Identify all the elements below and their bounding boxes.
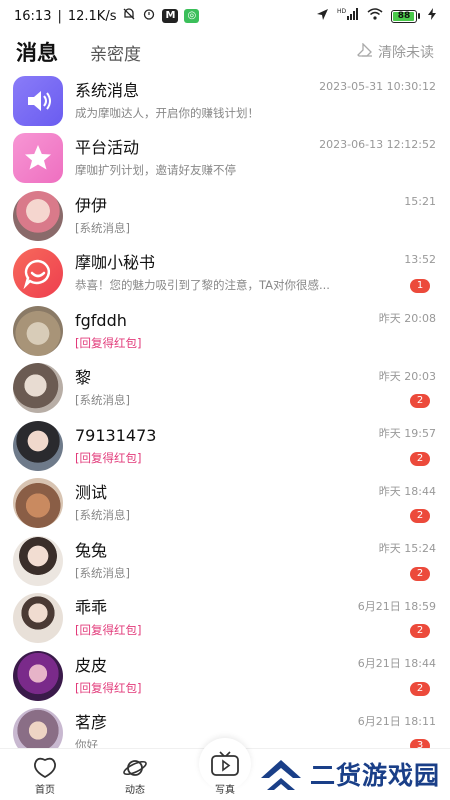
- status-bar: 16:13 | 12.1K/s M ◎ HD 88: [0, 0, 450, 32]
- avatar: [13, 420, 63, 471]
- nav-home[interactable]: 首页: [0, 748, 90, 800]
- nav-photo-label: 写真: [215, 785, 235, 796]
- avatar: [13, 133, 63, 184]
- wechat-icon: ◎: [184, 9, 200, 23]
- avatar: [13, 478, 63, 529]
- clear-unread-button[interactable]: 清除未读: [357, 42, 434, 62]
- message-header: 消息 亲密度 清除未读: [0, 32, 450, 72]
- unread-badge: 2: [410, 624, 430, 638]
- list-item[interactable]: fgfddh [回复得红包] 昨天 20:08: [0, 302, 450, 360]
- list-item[interactable]: 79131473 [回复得红包] 昨天 19:57 2: [0, 417, 450, 475]
- unread-badge: 2: [410, 681, 430, 696]
- chat-smile-icon: [23, 259, 50, 290]
- list-item[interactable]: 摩咖小秘书 恭喜！您的魅力吸引到了黎的注意，TA对你很感... 13:52 1: [0, 245, 450, 303]
- message-preview: [回复得红包]: [75, 680, 142, 695]
- message-name: 摩咖小秘书: [75, 253, 156, 273]
- star-icon: [25, 145, 51, 170]
- bell-off-icon: [122, 7, 136, 25]
- divider: |: [57, 8, 62, 24]
- speaker-icon: [28, 90, 51, 111]
- battery-icon: 88: [391, 9, 420, 23]
- avatar: [13, 305, 63, 356]
- message-time: 昨天 15:24: [378, 542, 436, 555]
- nav-photo[interactable]: 写真: [180, 738, 270, 800]
- message-time: 15:21: [404, 195, 436, 208]
- avatar: [13, 75, 63, 126]
- home-icon: [34, 757, 56, 779]
- message-preview: 成为摩咖达人，开启你的赚钱计划！: [75, 105, 259, 120]
- tab-intimacy[interactable]: 亲密度: [90, 40, 141, 65]
- location-icon: [316, 8, 329, 25]
- list-item[interactable]: 黎 [系统消息] 昨天 20:03 2: [0, 360, 450, 418]
- list-item[interactable]: 兔兔 [系统消息] 昨天 15:24 2: [0, 532, 450, 590]
- message-time: 6月21日 18:59: [357, 599, 436, 613]
- wifi-icon: [367, 8, 383, 24]
- unread-badge: 2: [410, 566, 430, 581]
- message-preview: [系统消息]: [75, 393, 130, 408]
- list-item[interactable]: 伊伊 [系统消息] 15:21: [0, 187, 450, 245]
- message-preview: [系统消息]: [75, 565, 130, 580]
- nav-home-label: 首页: [35, 785, 55, 796]
- network-speed: 12.1K/s: [67, 8, 117, 24]
- clock: 16:13: [14, 8, 52, 24]
- clear-unread-label: 清除未读: [378, 45, 434, 61]
- list-item[interactable]: 皮皮 [回复得红包] 6月21日 18:44 2: [0, 647, 450, 705]
- message-time: 13:52: [404, 252, 436, 266]
- watermark-logo-icon: [261, 760, 301, 790]
- avatar: [13, 535, 63, 586]
- message-preview: 恭喜！您的魅力吸引到了黎的注意，TA对你很感...: [75, 278, 330, 293]
- eraser-icon: [357, 42, 373, 61]
- unread-badge: 2: [410, 394, 430, 408]
- list-item[interactable]: 测试 [系统消息] 昨天 18:44 2: [0, 475, 450, 533]
- message-preview: [回复得红包]: [75, 623, 142, 638]
- message-time: 昨天 20:08: [378, 312, 436, 325]
- nav-feed[interactable]: 动态: [90, 748, 180, 800]
- svg-text:HD: HD: [337, 8, 347, 15]
- message-time: 6月21日 18:11: [357, 714, 436, 728]
- message-preview: 摩咖扩列计划，邀请好友赚不停: [75, 163, 236, 178]
- message-preview: [回复得红包]: [75, 450, 142, 465]
- message-time: 昨天 18:44: [378, 484, 436, 498]
- message-preview: [系统消息]: [75, 508, 130, 523]
- message-time: 2023-05-31 10:30:12: [319, 80, 436, 93]
- tv-play-icon: [211, 751, 239, 776]
- list-item[interactable]: 系统消息 成为摩咖达人，开启你的赚钱计划！ 2023-05-31 10:30:1…: [0, 72, 450, 130]
- app-m-icon: M: [162, 9, 179, 23]
- watermark-text: 二货游戏园: [310, 761, 441, 790]
- message-time: 昨天 20:03: [378, 369, 436, 383]
- unread-badge: 1: [410, 279, 430, 293]
- watermark: 二货游戏园: [258, 750, 440, 798]
- avatar: [13, 248, 63, 299]
- unread-badge: 2: [410, 509, 430, 523]
- message-preview: [回复得红包]: [75, 335, 142, 350]
- tab-messages[interactable]: 消息: [16, 37, 58, 67]
- avatar: [13, 363, 63, 414]
- signal-icon: HD: [337, 7, 359, 25]
- avatar: [13, 650, 63, 701]
- alarm-icon: [142, 7, 156, 25]
- message-name: 伊伊: [75, 195, 108, 215]
- message-time: 昨天 19:57: [378, 427, 436, 440]
- message-preview: [系统消息]: [75, 220, 130, 235]
- message-list: 系统消息 成为摩咖达人，开启你的赚钱计划！ 2023-05-31 10:30:1…: [0, 72, 450, 762]
- nav-feed-label: 动态: [125, 785, 145, 796]
- planet-icon: [123, 760, 147, 776]
- message-time: 6月21日 18:44: [357, 657, 436, 670]
- unread-badge: 2: [410, 451, 430, 466]
- avatar: [13, 190, 63, 241]
- list-item[interactable]: 平台活动 摩咖扩列计划，邀请好友赚不停 2023-06-13 12:12:52: [0, 130, 450, 188]
- avatar: [13, 593, 63, 644]
- charging-icon: [428, 8, 436, 24]
- message-time: 2023-06-13 12:12:52: [319, 137, 436, 151]
- list-item[interactable]: 乖乖 [回复得红包] 6月21日 18:59 2: [0, 590, 450, 648]
